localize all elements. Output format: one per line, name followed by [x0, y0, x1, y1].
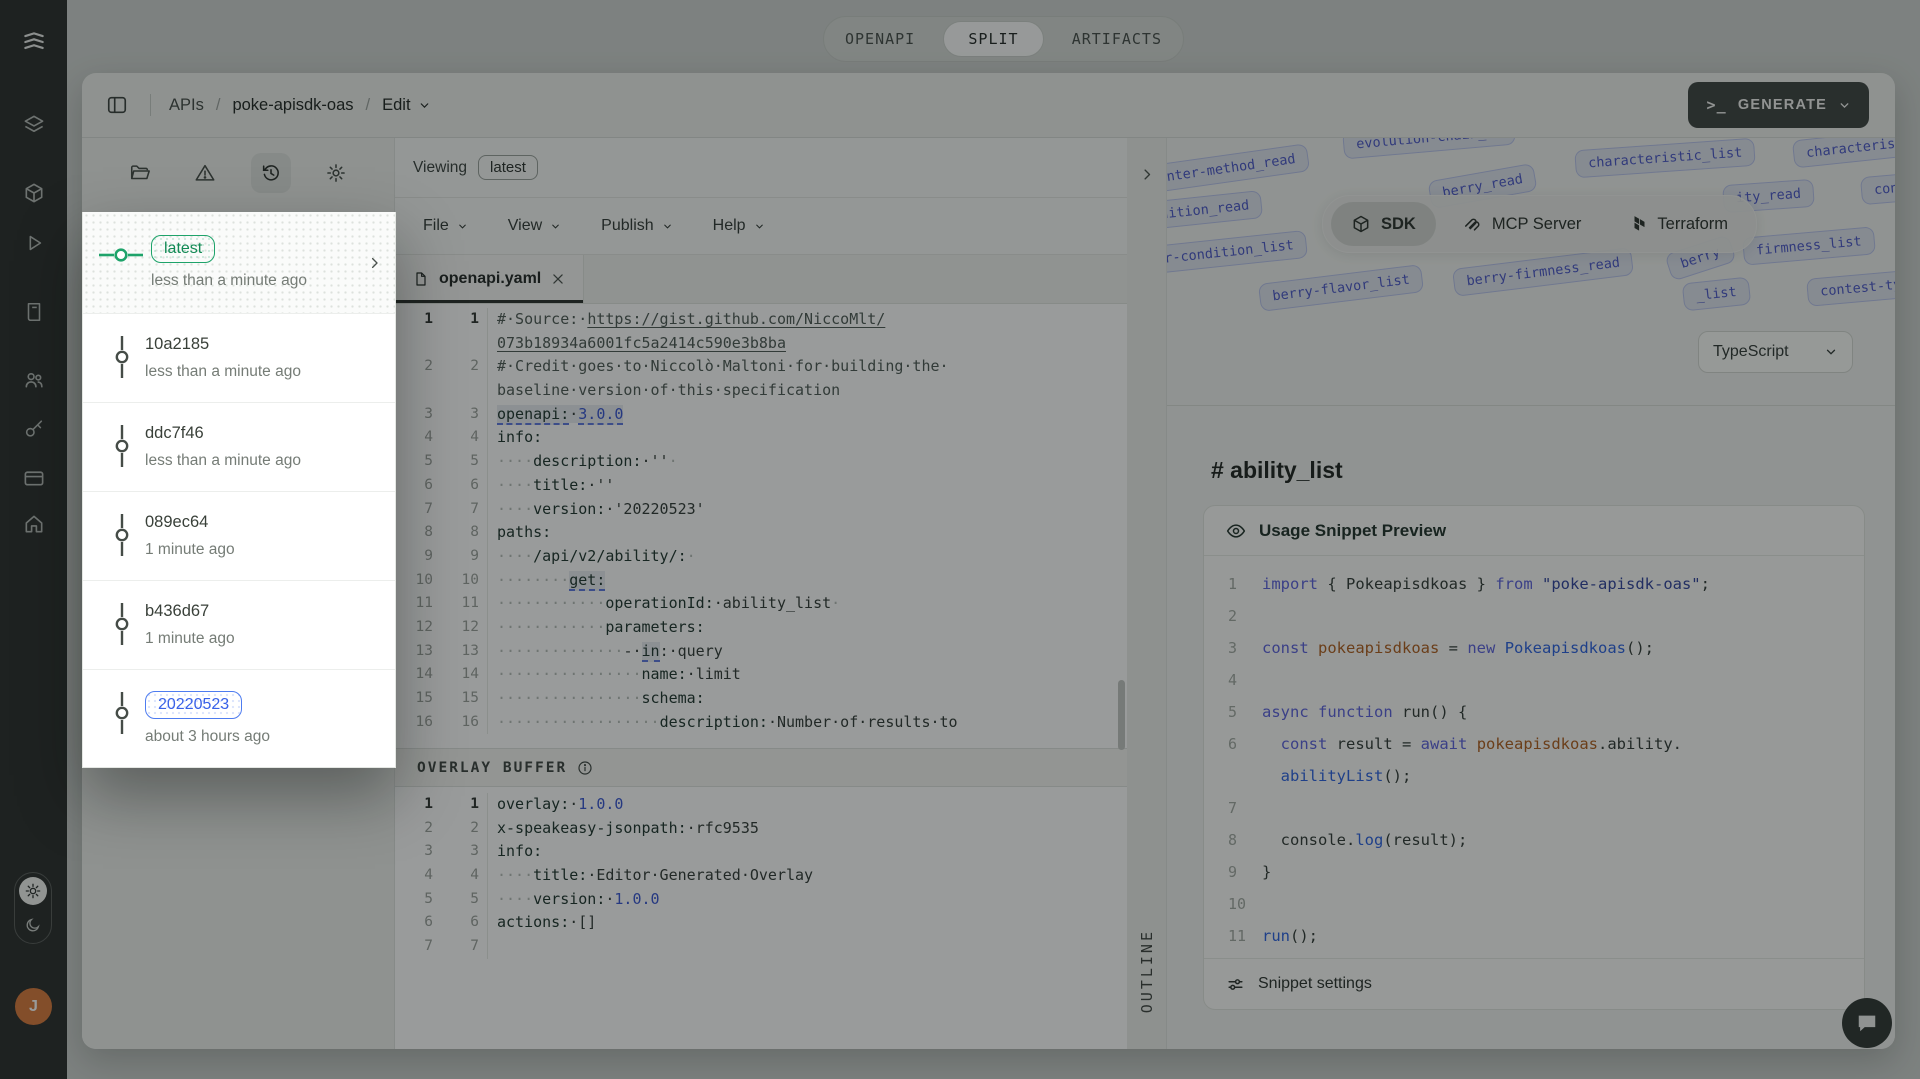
version-time: 1 minute ago [145, 630, 235, 647]
commit-icon [99, 691, 145, 734]
version-item-latest[interactable]: latest less than a minute ago [83, 212, 395, 314]
version-item-20220523[interactable]: 20220523 about 3 hours ago [83, 670, 395, 767]
version-hash: 10a2185 [145, 335, 210, 353]
version-hash: b436d67 [145, 602, 210, 620]
version-time: less than a minute ago [145, 363, 301, 380]
version-item[interactable]: ddc7f46 less than a minute ago [83, 403, 395, 492]
version-item[interactable]: 10a2185 less than a minute ago [83, 314, 395, 403]
commit-current-icon [99, 235, 151, 266]
version-badge-20220523: 20220523 [145, 691, 243, 719]
version-hash: ddc7f46 [145, 424, 204, 442]
chevron-right-icon [367, 255, 382, 270]
version-badge-latest: latest [151, 235, 216, 263]
version-time: about 3 hours ago [145, 728, 270, 745]
version-item[interactable]: b436d67 1 minute ago [83, 581, 395, 670]
commit-icon [99, 602, 145, 645]
commit-icon [99, 424, 145, 467]
commit-icon [99, 335, 145, 378]
app-root: J OPENAPI SPLIT ARTIFACTS APIs / poke-ap… [0, 0, 1920, 1079]
version-history-panel: latest less than a minute ago 10a2185 le… [82, 212, 396, 768]
commit-icon [99, 513, 145, 556]
version-time: 1 minute ago [145, 541, 235, 558]
version-time: less than a minute ago [151, 272, 307, 289]
version-hash: 089ec64 [145, 513, 209, 531]
version-item[interactable]: 089ec64 1 minute ago [83, 492, 395, 581]
version-time: less than a minute ago [145, 452, 301, 469]
